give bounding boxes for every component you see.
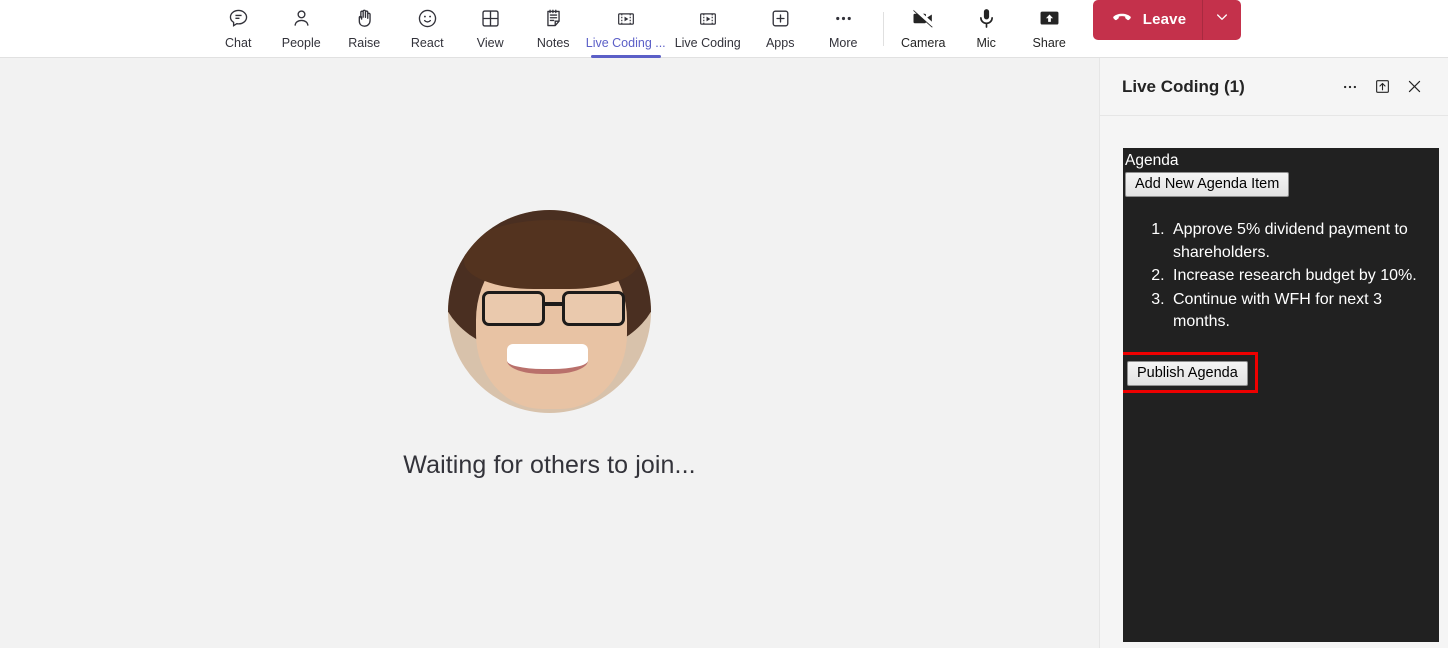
list-item: Approve 5% dividend payment to sharehold… [1169, 219, 1421, 264]
apps-plus-icon [769, 7, 792, 31]
view-grid-icon [479, 7, 502, 31]
toolbar-button-more[interactable]: More [812, 0, 875, 58]
leave-dropdown-button[interactable] [1203, 0, 1241, 40]
toolbar-label: More [828, 35, 858, 50]
toolbar-button-live-coding[interactable]: Live Coding [667, 0, 749, 58]
people-icon [290, 7, 313, 31]
toolbar-label: View [476, 35, 504, 50]
popout-icon[interactable] [1366, 71, 1398, 103]
avatar-lens-right [562, 291, 625, 326]
toolbar-label: Camera [900, 35, 946, 50]
live-coding-app-frame: Agenda Add New Agenda Item Approve 5% di… [1123, 148, 1439, 642]
toolbar-label: Raise [348, 35, 381, 50]
teams-meeting-window: Chat People Raise React View Notes Live … [0, 0, 1448, 648]
more-ellipsis-icon [832, 7, 855, 31]
more-options-icon[interactable] [1334, 71, 1366, 103]
toolbar-button-react[interactable]: React [396, 0, 459, 58]
leave-button[interactable]: Leave [1093, 0, 1203, 40]
toolbar-divider [882, 11, 884, 46]
toolbar-items: Chat People Raise React View Notes Live … [207, 0, 1242, 58]
react-emoji-icon [416, 7, 439, 31]
notes-icon [542, 7, 565, 31]
avatar-glasses [482, 291, 625, 326]
list-item: Continue with WFH for next 3 months. [1169, 289, 1421, 334]
toolbar-button-notes[interactable]: Notes [522, 0, 585, 58]
raise-hand-icon [353, 7, 376, 31]
list-item: Increase research budget by 10%. [1169, 265, 1421, 288]
avatar-smile [506, 343, 589, 375]
toolbar-label: React [410, 35, 444, 50]
avatar-glasses-bridge [545, 302, 563, 306]
toolbar-button-apps[interactable]: Apps [749, 0, 812, 58]
toolbar-label: Notes [536, 35, 570, 50]
live-coding-app-icon [697, 7, 719, 31]
panel-header: Live Coding (1) [1100, 58, 1448, 116]
toolbar-button-share[interactable]: Share [1018, 0, 1081, 58]
microphone-icon [974, 7, 999, 31]
toolbar-label: Share [1032, 35, 1066, 50]
close-icon[interactable] [1398, 71, 1430, 103]
toolbar-label: Live Coding [674, 35, 741, 50]
live-coding-app-icon [615, 7, 637, 31]
publish-agenda-button[interactable]: Publish Agenda [1127, 361, 1248, 386]
leave-label: Leave [1142, 11, 1187, 28]
toolbar-button-chat[interactable]: Chat [207, 0, 270, 58]
meeting-stage: Waiting for others to join... [0, 58, 1099, 648]
side-panel: Live Coding (1) Agenda Add New Agenda It… [1099, 58, 1448, 648]
panel-title: Live Coding (1) [1122, 76, 1245, 96]
toolbar-label: Apps [765, 35, 795, 50]
chevron-down-icon [1214, 9, 1230, 30]
meeting-toolbar: Chat People Raise React View Notes Live … [0, 0, 1448, 58]
toolbar-button-mic[interactable]: Mic [955, 0, 1018, 58]
toolbar-label: Mic [976, 35, 996, 50]
agenda-heading: Agenda [1125, 152, 1179, 169]
toolbar-label: Live Coding ... [585, 35, 666, 50]
agenda-list: Approve 5% dividend payment to sharehold… [1169, 219, 1421, 334]
toolbar-label: People [281, 35, 321, 50]
add-new-agenda-item-button[interactable]: Add New Agenda Item [1125, 172, 1290, 197]
avatar [447, 210, 651, 413]
camera-off-icon [911, 7, 936, 31]
toolbar-button-camera[interactable]: Camera [892, 0, 955, 58]
publish-agenda-area: Publish Agenda [1123, 352, 1258, 393]
avatar-lens-left [482, 291, 545, 326]
stage-content: Waiting for others to join... [403, 210, 696, 480]
toolbar-button-view[interactable]: View [459, 0, 522, 58]
waiting-message: Waiting for others to join... [403, 451, 696, 479]
toolbar-label: Chat [225, 35, 252, 50]
toolbar-button-raise[interactable]: Raise [333, 0, 396, 58]
hangup-phone-icon [1111, 6, 1133, 33]
toolbar-button-people[interactable]: People [270, 0, 333, 58]
chat-icon [227, 7, 250, 31]
avatar-fringe [464, 220, 639, 290]
toolbar-button-live-coding-active[interactable]: Live Coding ... [585, 0, 667, 58]
share-screen-icon [1037, 7, 1062, 31]
leave-button-group[interactable]: Leave [1092, 0, 1242, 40]
